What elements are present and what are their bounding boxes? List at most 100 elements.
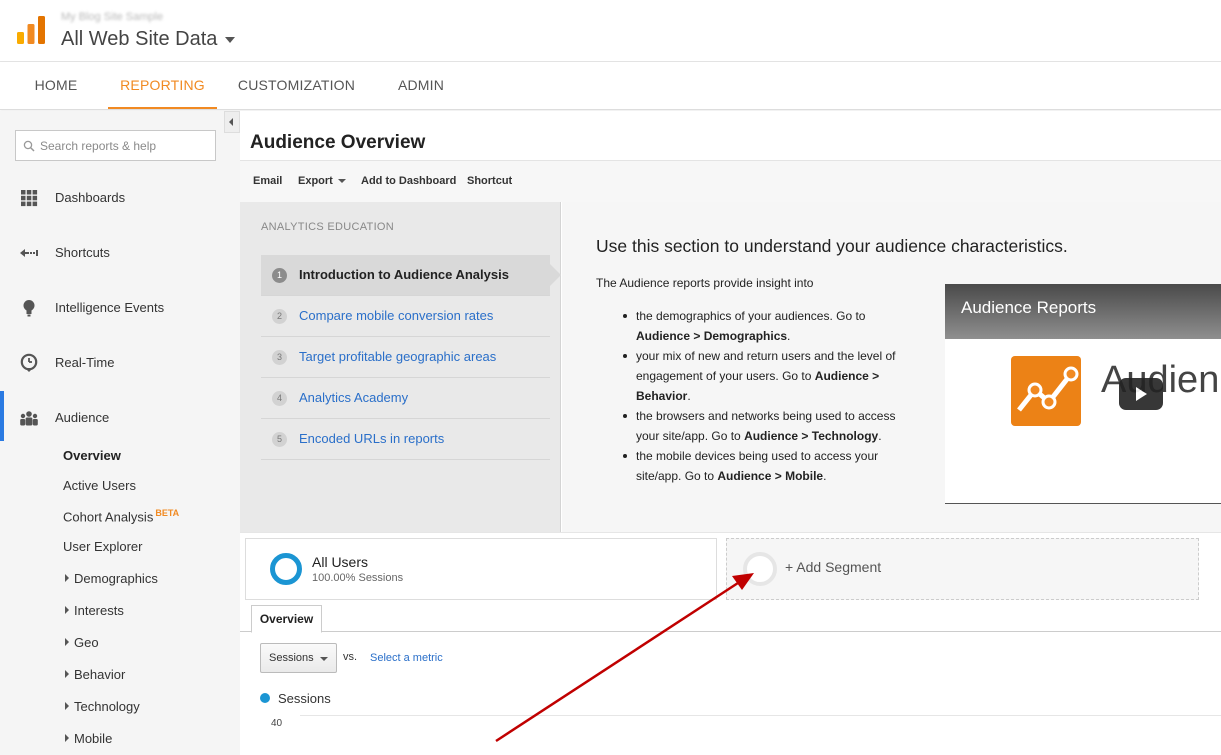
main-content: Audience Overview Email Export Add to Da… [240, 111, 1221, 755]
chevron-down-icon [320, 657, 328, 661]
step-number: 5 [272, 432, 287, 447]
bullet-end: . [687, 389, 691, 403]
bullet-path: Audience > Mobile [717, 469, 824, 483]
step-label: Analytics Academy [299, 390, 409, 405]
page-title: Audience Overview [250, 132, 426, 153]
lightbulb-icon [23, 300, 35, 317]
export-button[interactable]: Export [298, 175, 346, 187]
list-item: your mix of new and return users and the… [623, 346, 916, 406]
sidebar-sub-behavior[interactable]: Behavior [65, 667, 125, 682]
sidebar-sub-label: Mobile [74, 731, 113, 746]
caret-right-icon [65, 638, 69, 646]
chevron-down-icon [337, 179, 346, 184]
shortcut-button[interactable]: Shortcut [467, 175, 512, 187]
tab-customization[interactable]: CUSTOMIZATION [228, 62, 365, 109]
sidebar-sub-geo[interactable]: Geo [65, 635, 99, 650]
education-step-3[interactable]: 3 Target profitable geographic areas [261, 337, 550, 378]
arrow-left-icon [20, 249, 38, 257]
export-label: Export [298, 175, 333, 187]
email-button[interactable]: Email [253, 175, 282, 187]
bullet-end: . [787, 329, 791, 343]
caret-right-icon [65, 606, 69, 614]
bullet-end: . [878, 429, 882, 443]
step-number: 1 [272, 268, 287, 283]
sidebar-item-label: Dashboards [55, 190, 126, 205]
sidebar-sub-technology[interactable]: Technology [65, 699, 140, 714]
step-label: Target profitable geographic areas [299, 349, 497, 364]
vs-label: vs. [343, 651, 358, 663]
sidebar-sub-mobile[interactable]: Mobile [65, 731, 112, 746]
education-heading: ANALYTICS EDUCATION [261, 221, 395, 233]
sidebar-item-shortcuts[interactable]: Shortcuts [0, 238, 240, 268]
education-step-4[interactable]: 4 Analytics Academy [261, 378, 550, 419]
education-step-2[interactable]: 2 Compare mobile conversion rates [261, 296, 550, 337]
tab-home[interactable]: HOME [18, 62, 94, 109]
sidebar-item-label: Shortcuts [55, 245, 110, 260]
video-player[interactable]: Audience Reports Audience [945, 284, 1221, 504]
list-item: the browsers and networks being used to … [623, 406, 916, 446]
legend-swatch [260, 693, 270, 703]
step-number: 4 [272, 391, 287, 406]
beta-badge: BETA [155, 508, 180, 518]
property-selector[interactable]: All Web Site Data [61, 28, 236, 51]
education-step-5[interactable]: 5 Encoded URLs in reports [261, 419, 550, 460]
list-item: the mobile devices being used to access … [623, 446, 916, 486]
collapse-sidebar-button[interactable] [224, 111, 240, 133]
search-icon [23, 140, 35, 152]
property-title: All Web Site Data [61, 28, 218, 50]
education-step-1[interactable]: 1 Introduction to Audience Analysis [261, 255, 561, 296]
analytics-logo-icon [17, 16, 45, 44]
bullet-end: . [823, 469, 827, 483]
sidebar-sub-label: Behavior [74, 667, 126, 682]
segment-share: 100.00% Sessions [312, 572, 404, 584]
sidebar-sub-demographics[interactable]: Demographics [65, 571, 158, 586]
sidebar-sub-label: Cohort Analysis [63, 509, 154, 525]
sidebar-sub-cohort-analysis[interactable]: Cohort Analysis BETA [63, 508, 179, 524]
search-input[interactable] [40, 132, 210, 159]
add-to-dashboard-button[interactable]: Add to Dashboard [361, 175, 456, 187]
video-title-bar: Audience Reports [945, 284, 1221, 339]
sidebar-sub-interests[interactable]: Interests [65, 603, 124, 618]
sidebar-item-audience[interactable]: Audience [0, 391, 240, 441]
sidebar-sub-overview[interactable]: Overview [63, 448, 121, 463]
tab-admin[interactable]: ADMIN [385, 62, 457, 109]
education-title: Use this section to understand your audi… [596, 236, 1068, 256]
people-icon [20, 411, 38, 426]
sidebar-item-label: Audience [55, 410, 110, 425]
select-metric-link[interactable]: Select a metric [370, 652, 443, 664]
caret-right-icon [65, 702, 69, 710]
segment-name: All Users [312, 554, 369, 570]
sidebar-sub-active-users[interactable]: Active Users [63, 478, 136, 493]
sidebar-sub-user-explorer[interactable]: User Explorer [63, 539, 142, 554]
sidebar-item-intelligence-events[interactable]: Intelligence Events [0, 293, 240, 323]
sidebar-item-dashboards[interactable]: Dashboards [0, 183, 240, 213]
list-item: the demographics of your audiences. Go t… [623, 306, 916, 346]
sidebar-item-label: Intelligence Events [55, 300, 165, 315]
analytics-chart-icon [1011, 356, 1081, 426]
sidebar-item-real-time[interactable]: Real-Time [0, 348, 240, 378]
play-icon[interactable] [1119, 378, 1163, 410]
add-segment-label: + Add Segment [785, 559, 882, 575]
add-segment-button[interactable]: + Add Segment [726, 538, 1199, 600]
clock-icon [20, 353, 38, 372]
bullet-text: the demographics of your audiences. Go t… [636, 309, 866, 323]
segment-all-users[interactable]: All Users 100.00% Sessions [245, 538, 717, 600]
step-label: Introduction to Audience Analysis [299, 267, 509, 282]
education-bullets: the demographics of your audiences. Go t… [623, 306, 916, 486]
app-header: My Blog Site Sample All Web Site Data [0, 0, 1221, 62]
step-number: 2 [272, 309, 287, 324]
sidebar-sub-label: Interests [74, 603, 124, 618]
chart-gridline [300, 715, 1221, 716]
bullet-path: Audience > Technology [744, 429, 879, 443]
tab-reporting[interactable]: REPORTING [108, 62, 217, 109]
caret-right-icon [65, 734, 69, 742]
account-name: My Blog Site Sample [61, 11, 164, 23]
tab-overview[interactable]: Overview [251, 605, 322, 633]
search-box[interactable] [15, 130, 216, 161]
sidebar-item-label: Real-Time [55, 355, 115, 370]
y-axis-tick: 40 [271, 718, 283, 729]
metric-dropdown[interactable]: Sessions [260, 643, 337, 673]
education-steps-panel: ANALYTICS EDUCATION 1 Introduction to Au… [240, 202, 561, 532]
report-toolbar: Email Export Add to Dashboard Shortcut [240, 160, 1221, 202]
step-label: Compare mobile conversion rates [299, 308, 494, 323]
